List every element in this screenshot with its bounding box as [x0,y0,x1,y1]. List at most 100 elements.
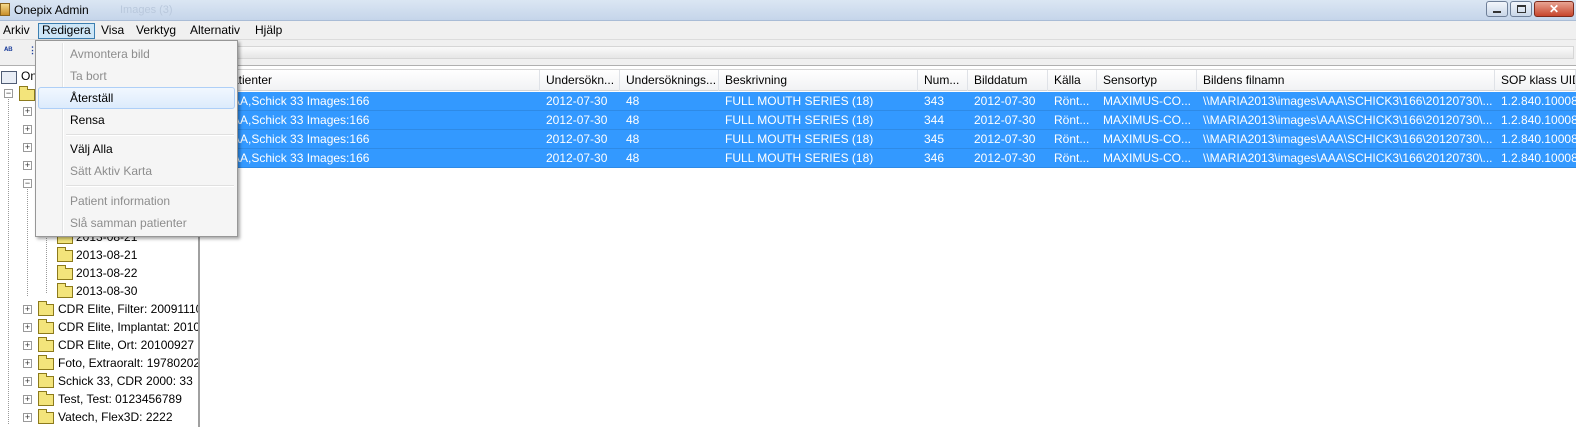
menu-item-valj-alla[interactable]: Välj Alla [38,138,235,160]
folder-icon [38,355,54,370]
database-icon [1,71,17,84]
tree-date-item[interactable]: 2013-08-21 [0,246,198,264]
column-header[interactable]: Undersökn... [540,70,620,91]
column-header[interactable]: Num... [918,70,968,91]
cell-description: FULL MOUTH SERIES (18) [725,113,874,127]
expand-icon[interactable]: + [23,413,32,422]
tree-date-item[interactable]: 2013-08-22 [0,264,198,282]
table-row[interactable]: AAA,Schick 33 Images:166 2012-07-30 48 F… [202,130,1576,149]
expand-icon[interactable]: + [23,125,32,134]
menu-item-sla-samman-patienter[interactable]: Slå samman patienter [38,212,235,234]
expand-icon[interactable]: + [23,143,32,152]
cell-filename: \\MARIA2013\images\AAA\SCHICK3\166\20120… [1203,94,1493,108]
column-header[interactable]: Undersöknings... [620,70,719,91]
cell-exam-number: 48 [626,151,640,165]
tree-patient-label: CDR Elite, Implantat: 20101 [58,320,200,334]
cell-exam-date: 2012-07-30 [546,132,608,146]
column-header[interactable]: Bilddatum [968,70,1048,91]
menu-item-rensa[interactable]: Rensa [38,109,235,131]
menu-verktyg[interactable]: Verktyg [133,23,179,39]
cell-sensor-type: MAXIMUS-CO... [1103,113,1192,127]
tree-patient-item[interactable]: + Test, Test: 0123456789 [0,390,198,408]
cell-sop-class-uid: 1.2.840.10008 [1501,132,1576,146]
cell-filename: \\MARIA2013\images\AAA\SCHICK3\166\20120… [1203,113,1493,127]
column-header[interactable]: Sensortyp [1097,70,1197,91]
folder-icon [38,319,54,334]
maximize-button[interactable] [1510,1,1532,17]
collapse-icon[interactable]: − [23,179,32,188]
tree-patient-item[interactable]: + Vatech, Flex3D: 2222 [0,408,198,426]
expand-icon[interactable]: + [23,323,32,332]
cell-source: Rönt... [1054,113,1090,127]
sort-icon[interactable]: ᴬᴮ [4,45,12,55]
edit-dropdown-menu: Avmontera bild Ta bort Återställ Rensa V… [35,40,238,237]
cell-filename: \\MARIA2013\images\AAA\SCHICK3\166\20120… [1203,132,1493,146]
folder-icon [19,86,35,101]
column-header[interactable]: SOP klass UID [1495,70,1576,91]
tree-patient-item[interactable]: + CDR Elite, Ort: 20100927 [0,336,198,354]
cell-exam-number: 48 [626,94,640,108]
cell-description: FULL MOUTH SERIES (18) [725,151,874,165]
folder-icon [57,265,73,280]
folder-icon [38,409,54,424]
cell-patient: AAA,Schick 33 Images:166 [224,132,370,146]
cell-image-date: 2012-07-30 [974,151,1036,165]
cell-source: Rönt... [1054,94,1090,108]
tree-patient-label: CDR Elite, Filter: 20091110 [58,302,200,316]
table-row[interactable]: AAA,Schick 33 Images:166 2012-07-30 48 F… [202,92,1576,111]
expand-icon[interactable]: + [23,305,32,314]
menu-item-avmontera-bild[interactable]: Avmontera bild [38,43,235,65]
menu-item-satt-aktiv-karta[interactable]: Sätt Aktiv Karta [38,160,235,182]
app-icon [0,3,10,16]
cell-sensor-type: MAXIMUS-CO... [1103,151,1192,165]
table-row[interactable]: AAA,Schick 33 Images:166 2012-07-30 48 F… [202,111,1576,130]
expand-icon[interactable]: + [23,341,32,350]
menu-redigera[interactable]: Redigera [38,23,95,39]
folder-icon [38,373,54,388]
cell-description: FULL MOUTH SERIES (18) [725,94,874,108]
menu-item-aterstall[interactable]: Återställ [38,87,235,109]
tree-patient-item[interactable]: + Foto, Extraoralt: 19780202- [0,354,198,372]
column-header[interactable]: Patienter [202,70,540,91]
onepix-admin-window: Onepix Admin Images (3) ✕ Arkiv Redigera… [0,0,1576,427]
menu-item-ta-bort[interactable]: Ta bort [38,65,235,87]
cell-patient: AAA,Schick 33 Images:166 [224,151,370,165]
cell-exam-number: 48 [626,113,640,127]
column-header[interactable]: Beskrivning [719,70,918,91]
cell-number: 345 [924,132,945,146]
cell-patient: AAA,Schick 33 Images:166 [224,113,370,127]
title-bar[interactable]: Onepix Admin Images (3) ✕ [0,0,1576,21]
cell-exam-date: 2012-07-30 [546,113,608,127]
tree-patient-item[interactable]: + CDR Elite, Filter: 20091110 [0,300,200,318]
folder-icon [57,247,73,262]
cell-sop-class-uid: 1.2.840.10008 [1501,151,1576,165]
cell-image-date: 2012-07-30 [974,113,1036,127]
menu-visa[interactable]: Visa [98,23,127,39]
expand-icon[interactable]: + [23,359,32,368]
toolbar-strip [202,46,1574,59]
tree-patient-item[interactable]: + Schick 33, CDR 2000: 33 [0,372,198,390]
collapse-icon[interactable]: − [4,89,13,98]
expand-icon[interactable]: + [23,377,32,386]
tree-date-label: 2013-08-22 [76,266,138,280]
menu-alternativ[interactable]: Alternativ [187,23,243,39]
menu-bar: Arkiv Redigera Visa Verktyg Alternativ H… [0,21,1576,40]
cell-image-date: 2012-07-30 [974,132,1036,146]
menu-arkiv[interactable]: Arkiv [0,23,33,39]
ghost-window-title: Images (3) [120,4,173,16]
tree-patient-item[interactable]: + CDR Elite, Implantat: 20101 [0,318,200,336]
folder-icon [57,283,73,298]
tree-date-item[interactable]: 2013-08-30 [0,282,198,300]
menu-hjalp[interactable]: Hjälp [252,23,285,39]
minimize-button[interactable] [1486,1,1508,17]
column-header[interactable]: Bildens filnamn [1197,70,1495,91]
table-row[interactable]: AAA,Schick 33 Images:166 2012-07-30 48 F… [202,149,1576,168]
expand-icon[interactable]: + [23,107,32,116]
expand-icon[interactable]: + [23,161,32,170]
column-header[interactable]: Källa [1048,70,1097,91]
folder-icon [38,337,54,352]
cell-sop-class-uid: 1.2.840.10008 [1501,94,1576,108]
close-button[interactable]: ✕ [1534,1,1574,17]
expand-icon[interactable]: + [23,395,32,404]
menu-item-patient-information[interactable]: Patient information [38,190,235,212]
